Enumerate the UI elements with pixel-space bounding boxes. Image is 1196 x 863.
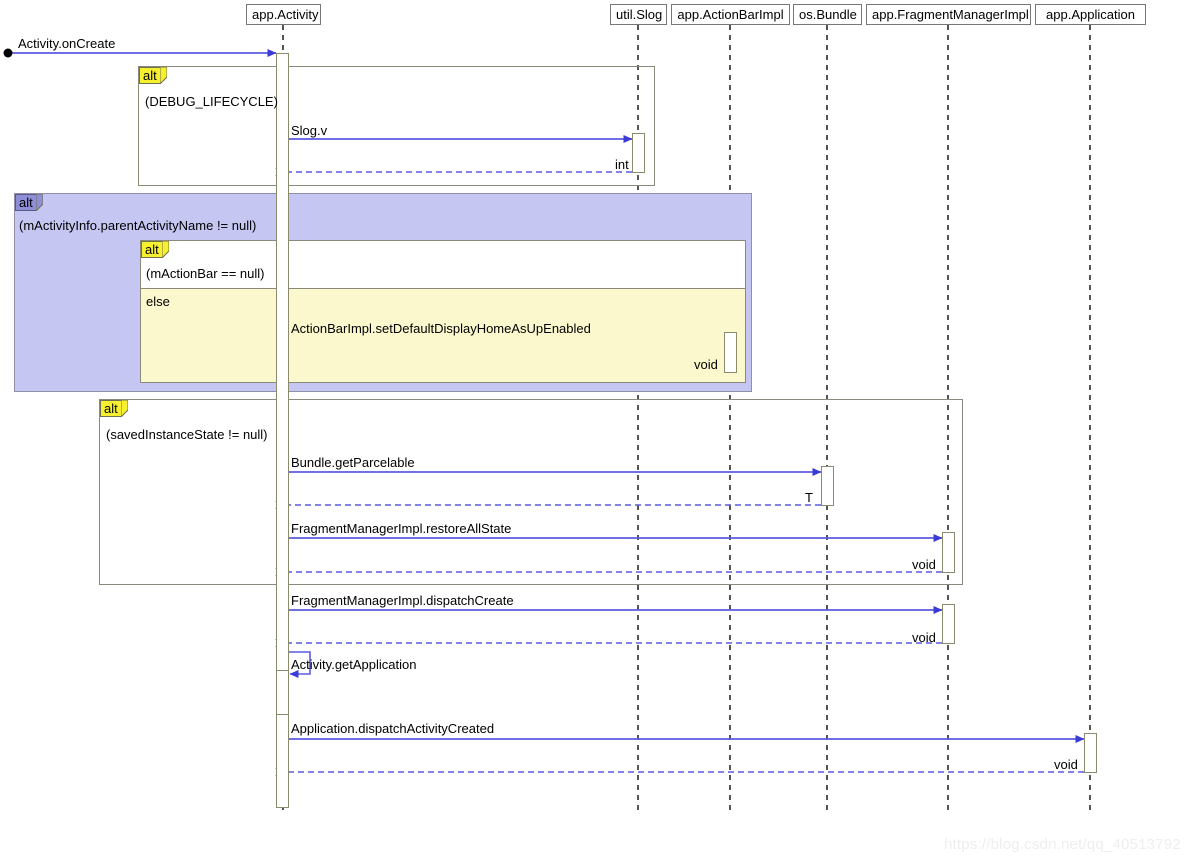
fragment-tag-alt-debug-lifecycle: alt bbox=[139, 67, 167, 84]
message-label-ret-setdefaultdisplayhomeasupenabled: void bbox=[694, 357, 718, 372]
lifeline-header-activity[interactable]: app.Activity bbox=[246, 4, 321, 25]
message-label-ret-slog-v: int bbox=[615, 157, 629, 172]
fragment-tag-corner-icon bbox=[120, 400, 128, 417]
activation-bar-act-bundle bbox=[821, 466, 834, 506]
fragment-tag-corner-icon bbox=[35, 194, 43, 211]
lifeline-header-slog[interactable]: util.Slog bbox=[610, 4, 667, 25]
lifeline-header-fragmgr[interactable]: app.FragmentManagerImpl bbox=[866, 4, 1031, 25]
fragment-condition-alt-saved-instance-state: (savedInstanceState != null) bbox=[106, 427, 268, 442]
message-label-ret-dispatchcreate: void bbox=[912, 630, 936, 645]
fragment-tag-alt-maction-bar-null: alt bbox=[141, 241, 169, 258]
fragment-condition-alt-maction-bar-null: (mActionBar == null) bbox=[146, 266, 265, 281]
lifeline-header-actionbar[interactable]: app.ActionBarImpl bbox=[671, 4, 790, 25]
fragment-tag-alt-parent-activity-name: alt bbox=[15, 194, 43, 211]
message-label-msg-setdefaultdisplayhomeasupenabled: ActionBarImpl.setDefaultDisplayHomeAsUpE… bbox=[291, 321, 591, 336]
fragment-else-label-alt-maction-bar-null: else bbox=[146, 294, 170, 309]
lifeline-header-bundle[interactable]: os.Bundle bbox=[793, 4, 862, 25]
fragment-tag-corner-icon bbox=[161, 241, 169, 258]
activation-bar-act-slog bbox=[632, 133, 645, 173]
activation-bar-act-fragmgr-create bbox=[942, 604, 955, 644]
message-label-ret-restoreallstate: void bbox=[912, 557, 936, 572]
found-message-label: Activity.onCreate bbox=[18, 36, 116, 51]
message-label-msg-restoreallstate: FragmentManagerImpl.restoreAllState bbox=[291, 521, 512, 536]
activation-bar-act-activity-self bbox=[276, 670, 289, 715]
activation-bar-act-actionbar bbox=[724, 332, 737, 373]
fragment-tag-corner-icon bbox=[159, 67, 167, 84]
activation-bar-act-fragmgr-restore bbox=[942, 532, 955, 573]
watermark-text: https://blog.csdn.net/qq_40513792 bbox=[944, 836, 1181, 853]
found-message-start-dot-icon bbox=[3, 48, 13, 58]
message-label-ret-bundle-getparcelable: T bbox=[805, 490, 813, 505]
sequence-diagram-canvas: alt (DEBUG_LIFECYCLE) alt (mActivityInfo.pa… bbox=[0, 0, 1196, 863]
activation-bar-act-app bbox=[1084, 733, 1097, 773]
fragment-alt-maction-bar-null-operand-2 bbox=[140, 289, 746, 383]
fragment-alt-debug-lifecycle bbox=[138, 66, 655, 186]
fragment-condition-alt-debug-lifecycle: (DEBUG_LIFECYCLE) bbox=[145, 94, 278, 109]
lifeline-header-app[interactable]: app.Application bbox=[1035, 4, 1146, 25]
fragment-condition-alt-parent-activity-name: (mActivityInfo.parentActivityName != nul… bbox=[19, 218, 257, 233]
message-label-msg-dispatchcreate: FragmentManagerImpl.dispatchCreate bbox=[291, 593, 514, 608]
message-label-msg-dispatchactivitycreated: Application.dispatchActivityCreated bbox=[291, 721, 495, 736]
message-label-ret-dispatchactivitycreated: void bbox=[1054, 757, 1078, 772]
fragment-tag-alt-saved-instance-state: alt bbox=[100, 400, 128, 417]
message-label-msg-slog-v: Slog.v bbox=[291, 123, 328, 138]
message-label-msg-bundle-getparcelable: Bundle.getParcelable bbox=[291, 455, 415, 470]
message-label-msg-getapplication: Activity.getApplication bbox=[291, 657, 417, 672]
